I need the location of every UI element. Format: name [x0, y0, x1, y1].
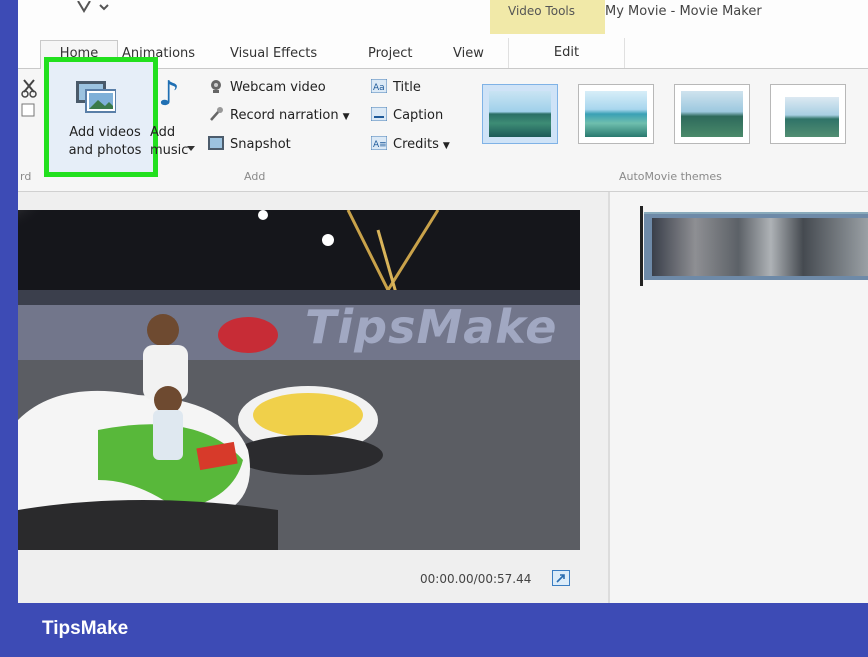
add-videos-label: Add videos and photos	[68, 125, 142, 158]
video-tools-label: Video Tools	[508, 4, 575, 18]
film-photo-icon	[76, 81, 116, 113]
credits-icon: A≡	[371, 136, 387, 150]
themes-group-label: AutoMovie themes	[619, 170, 722, 183]
window-title: My Movie - Movie Maker	[605, 4, 762, 19]
music-note-icon[interactable]: ♪	[158, 74, 180, 114]
clipboard-group-label: rd	[20, 170, 32, 183]
snapshot-icon	[208, 136, 224, 150]
timecode-display: 00:00.00/00:57.44	[420, 572, 532, 586]
bottom-banner	[0, 603, 868, 657]
theme-thumbnail[interactable]	[674, 84, 750, 144]
record-narration-button[interactable]: Record narration ▼	[208, 106, 350, 126]
snapshot-label: Snapshot	[230, 137, 291, 152]
bumper-car-scene	[18, 210, 580, 550]
tab-view[interactable]: View	[453, 46, 484, 61]
webcam-icon	[211, 80, 221, 93]
title-icon: Aa	[371, 79, 387, 93]
microphone-icon	[210, 107, 223, 121]
add-music-button[interactable]: Add music	[150, 124, 190, 160]
title-label: Title	[393, 80, 421, 95]
left-accent-bar	[0, 0, 18, 603]
webcam-video-button[interactable]: Webcam video	[208, 78, 326, 98]
svg-text:A≡: A≡	[373, 140, 387, 150]
chevron-down-icon: ▼	[442, 141, 450, 151]
tab-project[interactable]: Project	[368, 46, 412, 61]
caption-label: Caption	[393, 108, 444, 123]
credits-label: Credits	[393, 137, 439, 152]
svg-text:Aa: Aa	[373, 83, 385, 93]
credits-button[interactable]: A≡ Credits ▼	[371, 135, 450, 155]
video-preview[interactable]	[18, 210, 580, 550]
chevron-down-icon: ▼	[342, 112, 350, 122]
record-narration-label: Record narration	[230, 108, 339, 123]
tab-edit[interactable]: Edit	[508, 38, 625, 68]
banner-brand-text: TipsMake	[42, 618, 129, 639]
snapshot-button[interactable]: Snapshot	[208, 135, 291, 155]
fullscreen-preview-button[interactable]	[552, 570, 570, 586]
caption-button[interactable]: Caption	[371, 106, 443, 126]
tab-visual-effects[interactable]: Visual Effects	[230, 46, 317, 61]
caption-icon	[371, 107, 387, 121]
title-button[interactable]: Aa Title	[371, 78, 421, 98]
playhead[interactable]	[640, 206, 643, 286]
add-group-label: Add	[244, 170, 266, 183]
theme-thumbnail[interactable]	[482, 84, 558, 144]
watermark-text: TipsMake	[305, 300, 558, 354]
chevron-down-icon	[187, 146, 195, 151]
theme-thumbnail[interactable]	[578, 84, 654, 144]
quick-access-toolbar[interactable]	[20, 0, 130, 19]
movie-maker-window: Video Tools My Movie - Movie Maker Home …	[0, 0, 868, 603]
video-clip-thumbnail[interactable]	[644, 212, 868, 280]
expand-icon	[556, 574, 565, 583]
webcam-video-label: Webcam video	[230, 80, 326, 95]
cut-icon[interactable]	[20, 78, 40, 118]
theme-thumbnail[interactable]	[770, 84, 846, 144]
